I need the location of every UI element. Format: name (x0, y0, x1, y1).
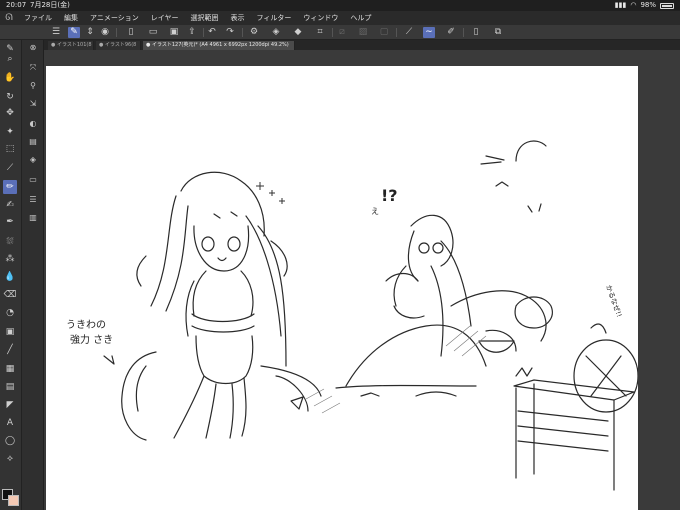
blend-icon[interactable]: 💧 (3, 270, 17, 284)
gradient-icon[interactable]: ▣ (3, 325, 17, 339)
upload-icon[interactable]: ⇪ (186, 27, 198, 38)
airbrush-icon[interactable]: ✒ (3, 215, 17, 229)
figure-icon[interactable]: ╱ (3, 343, 17, 357)
menu-animation[interactable]: アニメーション (84, 11, 145, 25)
hamburger-menu-icon[interactable]: ☰ (50, 27, 62, 38)
tab-doc-1[interactable]: ● イラスト101(8 (48, 41, 94, 50)
text-icon[interactable]: A (3, 416, 17, 430)
ruler-icon[interactable]: ⟋ (403, 27, 415, 38)
battery-icon (660, 2, 674, 9)
save-icon[interactable]: ▣ (168, 27, 180, 38)
deselect-icon[interactable]: ⧄ (336, 27, 348, 38)
menu-file[interactable]: ファイル (18, 11, 58, 25)
zoom-icon[interactable]: ⌕ (3, 52, 17, 66)
note-line-1: うきわの (66, 319, 106, 331)
menu-selection[interactable]: 選択範囲 (185, 11, 225, 25)
menu-filter[interactable]: フィルター (251, 11, 298, 25)
magic-wand-icon[interactable]: ✦ (3, 125, 17, 139)
stack-icon[interactable]: ◈ (27, 154, 39, 166)
folder-icon[interactable]: ▭ (27, 174, 39, 186)
fill-icon[interactable]: ◆ (292, 27, 304, 38)
move-icon[interactable]: ✥ (3, 106, 17, 120)
pen-pressure-icon[interactable]: ✐ (445, 27, 457, 38)
date: 7月28日(金) (30, 1, 70, 9)
paint-bucket-icon[interactable]: ◈ (270, 27, 282, 38)
ruler-tool-icon[interactable]: ◤ (3, 398, 17, 412)
layer-list-icon[interactable]: ☰ (27, 194, 39, 206)
layer-property-icon[interactable]: ◐ (27, 118, 39, 130)
settings-gear-icon[interactable]: ⚙ (248, 27, 260, 38)
tab-doc-2[interactable]: ● イラスト96(8 (96, 41, 141, 50)
app-logo-icon[interactable]: ᘏ (0, 11, 18, 25)
brush-icon[interactable]: ✍ (3, 198, 17, 212)
invert-selection-icon[interactable]: ▨ (357, 27, 369, 38)
document-tabs: ● イラスト101(8 ● イラスト96(8 ● イラスト127(英元)* (A… (44, 40, 680, 50)
correction-icon[interactable]: ⟡ (3, 452, 17, 466)
rotate-icon[interactable]: ↻ (3, 90, 17, 104)
selection-icon[interactable]: ⬚ (3, 142, 17, 156)
command-bar: ☰ ✎ ⇕ ◉ ▯ ▭ ▣ ⇪ ↶ ↷ ⚙ ◈ ◆ ⌗ ⧄ ▨ ▢ ⟋ ∼ ✐ … (0, 25, 680, 40)
battery-percent: 98% (640, 1, 656, 9)
copy-icon[interactable]: ⧉ (492, 27, 504, 38)
eyedropper-icon[interactable]: ⟋ (3, 161, 17, 175)
decoration-icon[interactable]: ⁂ (3, 252, 17, 266)
balloon-icon[interactable]: ◯ (3, 434, 17, 448)
redo-icon[interactable]: ↷ (224, 27, 236, 38)
stabilizer-icon[interactable]: ∼ (423, 27, 435, 38)
link-icon[interactable]: ⚲ (27, 80, 39, 92)
signal-icon: ▮▮▮ (614, 1, 627, 9)
layer-move-icon[interactable]: ⤧ (27, 62, 39, 74)
exclaim-mark: !? (381, 186, 398, 205)
menu-window[interactable]: ウィンドウ (297, 11, 344, 25)
status-bar: 20:07 7月28日(金) ▮▮▮ ◠ 98% (0, 0, 680, 11)
menu-edit[interactable]: 編集 (58, 11, 84, 25)
wifi-icon: ◠ (630, 1, 637, 9)
pencil-icon[interactable]: ✏ (3, 180, 17, 194)
fill-bucket-icon[interactable]: ◔ (3, 306, 17, 320)
menu-bar: ᘏ ファイル 編集 アニメーション レイヤー 選択範囲 表示 フィルター ウィン… (0, 11, 680, 25)
new-file-icon[interactable]: ▯ (125, 27, 137, 38)
sketch-drawing: うきわの 強力 さき !? え かるなぜ!! (66, 140, 638, 491)
menu-layer[interactable]: レイヤー (145, 11, 185, 25)
open-folder-icon[interactable]: ▭ (147, 27, 159, 38)
close-icon[interactable]: ⊗ (27, 42, 39, 54)
side-text: かるなぜ!! (604, 284, 623, 318)
transform-icon[interactable]: ⌗ (314, 27, 326, 38)
note-line-2: 強力 さき (70, 333, 113, 346)
selection-box-icon[interactable]: ▢ (378, 27, 390, 38)
sub-color-swatch[interactable] (8, 495, 19, 506)
transform-sub-icon[interactable]: ⇲ (27, 98, 39, 110)
hand-icon[interactable]: ✋ (3, 71, 17, 85)
menu-view[interactable]: 表示 (225, 11, 251, 25)
menu-help[interactable]: ヘルプ (344, 11, 377, 25)
eraser-icon[interactable]: ⌫ (3, 288, 17, 302)
material-icon[interactable]: ▥ (27, 212, 39, 224)
brush-size-icon[interactable]: ◉ (99, 27, 111, 38)
updown-icon[interactable]: ⇕ (84, 27, 96, 38)
clock: 20:07 (6, 1, 27, 9)
subtool-palette: ⊗ ⤧ ⚲ ⇲ ◐ ▤ ◈ ▭ ☰ ▥ (22, 40, 44, 510)
exclaim-small: え (371, 207, 379, 216)
drawing-canvas[interactable]: うきわの 強力 さき !? え かるなぜ!! (46, 66, 638, 510)
spray-icon[interactable]: ⛆ (3, 235, 17, 249)
tool-palette: ✎ ⌕ ✋ ↻ ✥ ✦ ⬚ ⟋ ✏ ✍ ✒ ⛆ ⁂ 💧 ⌫ ◔ ▣ ╱ ▦ ▤ … (0, 40, 22, 510)
pen-tool-icon[interactable]: ✎ (68, 27, 80, 38)
frame-icon[interactable]: ▦ (3, 362, 17, 376)
app-window: 20:07 7月28日(金) ▮▮▮ ◠ 98% ᘏ ファイル 編集 アニメーシ… (0, 0, 680, 510)
status-icons: ▮▮▮ ◠ 98% (615, 0, 674, 11)
undo-icon[interactable]: ↶ (206, 27, 218, 38)
tab-doc-3[interactable]: ● イラスト127(英元)* (A4 4961 x 6992px 1200dpi… (143, 41, 295, 50)
panel-icon[interactable]: ▤ (3, 380, 17, 394)
layer-lock-icon[interactable]: ▤ (27, 136, 39, 148)
device-icon[interactable]: ▯ (470, 27, 482, 38)
